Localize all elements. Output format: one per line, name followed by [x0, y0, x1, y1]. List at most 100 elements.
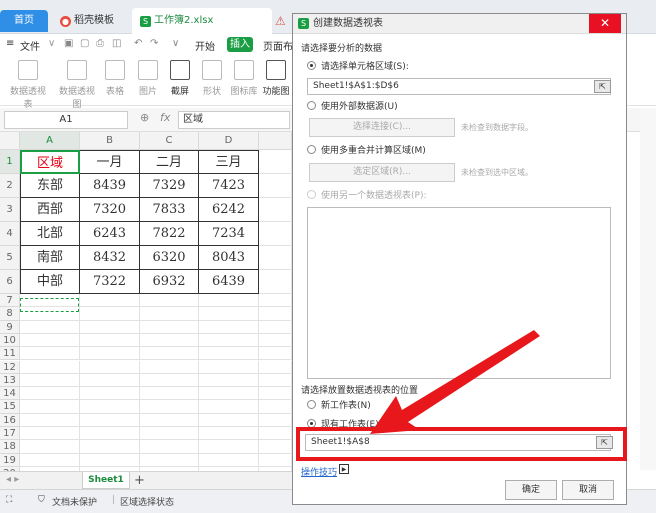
zoom-icon[interactable]: ⊕ [140, 111, 149, 124]
redo-icon[interactable]: ↷ [150, 38, 158, 49]
grid-cell[interactable] [259, 222, 292, 246]
grid-cell[interactable] [20, 373, 80, 388]
grid-cell[interactable] [80, 400, 140, 414]
range-picker-icon[interactable]: ⇱ [594, 80, 611, 93]
menu-insert[interactable]: 插入 [227, 37, 253, 52]
spreadsheet-grid[interactable]: A B C D 1 区域 一月 二月 三月 2 东部 8439 7329 7423 3 西部 7320 7… [0, 132, 292, 481]
grid-cell[interactable]: 6242 [199, 198, 259, 222]
protect-status[interactable]: 文档未保护 [52, 495, 97, 508]
row-header[interactable]: 19 [0, 453, 20, 467]
function-icon[interactable]: fx [160, 111, 170, 124]
screenshot-button[interactable]: 截屏 [166, 60, 194, 97]
row-header[interactable]: 5 [0, 246, 20, 270]
grid-cell[interactable] [140, 387, 199, 401]
row-header[interactable]: 16 [0, 413, 20, 427]
sheet-nav-icon[interactable]: ◂ ▸ [6, 474, 19, 485]
grid-cell[interactable] [80, 333, 140, 348]
hamburger-icon[interactable]: ≡ [6, 38, 14, 49]
grid-cell[interactable] [259, 307, 292, 321]
tips-link[interactable]: 操作技巧 [301, 465, 337, 478]
grid-cell[interactable]: 6439 [199, 270, 259, 294]
grid-cell[interactable] [199, 427, 259, 441]
grid-cell[interactable] [140, 333, 199, 348]
row-header[interactable]: 12 [0, 360, 20, 374]
grid-cell[interactable]: 区域 [20, 150, 80, 174]
grid-cell[interactable] [80, 320, 140, 334]
row-header[interactable]: 8 [0, 307, 20, 321]
grid-cell[interactable] [140, 294, 199, 308]
row-header[interactable]: 3 [0, 198, 20, 222]
grid-cell[interactable] [259, 150, 292, 174]
grid-cell[interactable] [259, 347, 292, 361]
grid-cell[interactable] [20, 400, 80, 414]
grid-cell[interactable] [259, 453, 292, 467]
row-header[interactable]: 13 [0, 373, 20, 388]
grid-cell[interactable]: 7322 [80, 270, 140, 294]
grid-cell[interactable] [259, 373, 292, 388]
grid-cell[interactable] [259, 270, 292, 294]
shape-button[interactable]: 形状 [198, 60, 226, 97]
grid-cell[interactable] [259, 246, 292, 270]
undo-icon[interactable]: ↶ [134, 38, 142, 49]
grid-cell[interactable]: 8439 [80, 174, 140, 198]
icon-library-button[interactable]: 图标库 [230, 60, 258, 97]
grid-cell[interactable]: 东部 [20, 174, 80, 198]
grid-cell[interactable] [20, 320, 80, 334]
grid-cell[interactable] [140, 440, 199, 454]
grid-cell[interactable] [199, 320, 259, 334]
picture-button[interactable]: 图片 [134, 60, 162, 97]
grid-cell[interactable] [80, 387, 140, 401]
grid-cell[interactable] [20, 453, 80, 467]
grid-cell[interactable] [259, 387, 292, 401]
warning-icon[interactable]: ⚠ [275, 14, 286, 28]
grid-cell[interactable] [80, 413, 140, 427]
pivot-chart-button[interactable]: 数据透视图 [55, 60, 99, 110]
grid-cell[interactable] [20, 387, 80, 401]
grid-cell[interactable] [259, 294, 292, 308]
grid-cell[interactable]: 南部 [20, 246, 80, 270]
grid-cell[interactable] [20, 413, 80, 427]
formula-input[interactable]: 区域 [178, 111, 290, 129]
grid-cell[interactable] [199, 440, 259, 454]
column-header-d[interactable]: D [199, 132, 259, 150]
radio-external-label[interactable]: 使用外部数据源(U) [321, 99, 398, 112]
grid-cell[interactable] [140, 400, 199, 414]
menu-file[interactable]: 文件 [20, 38, 40, 53]
grid-cell[interactable] [80, 373, 140, 388]
row-header[interactable]: 9 [0, 320, 20, 334]
grid-cell[interactable] [80, 360, 140, 374]
column-header-e[interactable] [259, 132, 292, 150]
grid-cell[interactable]: 8043 [199, 246, 259, 270]
grid-cell[interactable]: 6932 [140, 270, 199, 294]
tab-document[interactable]: S 工作簿2.xlsx [132, 8, 272, 34]
grid-cell[interactable] [80, 440, 140, 454]
grid-cell[interactable] [199, 400, 259, 414]
grid-cell[interactable] [259, 360, 292, 374]
grid-cell[interactable] [140, 413, 199, 427]
row-header[interactable]: 4 [0, 222, 20, 246]
row-header[interactable]: 6 [0, 270, 20, 294]
column-header-a[interactable]: A [20, 132, 80, 150]
column-header-b[interactable]: B [80, 132, 140, 150]
grid-cell[interactable] [259, 427, 292, 441]
row-header[interactable]: 18 [0, 440, 20, 454]
row-header[interactable]: 1 [0, 150, 20, 174]
play-icon[interactable]: ▶ [339, 464, 349, 474]
grid-cell[interactable] [20, 427, 80, 441]
print-icon[interactable]: ⎙ [96, 38, 104, 49]
function-chart-button[interactable]: 功能图 [262, 60, 290, 97]
grid-cell[interactable] [199, 413, 259, 427]
grid-cell[interactable]: 西部 [20, 198, 80, 222]
cancel-button[interactable]: 取消 [562, 480, 614, 500]
radio-external[interactable] [307, 101, 316, 110]
grid-cell[interactable]: 7320 [80, 198, 140, 222]
range-input[interactable]: Sheet1!$A$1:$D$6 [307, 78, 611, 95]
grid-cell[interactable] [20, 360, 80, 374]
grid-cell[interactable]: 7833 [140, 198, 199, 222]
menu-file-arrow-icon[interactable]: ∨ [48, 38, 55, 49]
radio-range[interactable] [307, 61, 316, 70]
row-header[interactable]: 10 [0, 333, 20, 348]
tab-home[interactable]: 首页 [0, 10, 48, 32]
grid-cell[interactable] [140, 360, 199, 374]
grid-cell[interactable]: 6243 [80, 222, 140, 246]
